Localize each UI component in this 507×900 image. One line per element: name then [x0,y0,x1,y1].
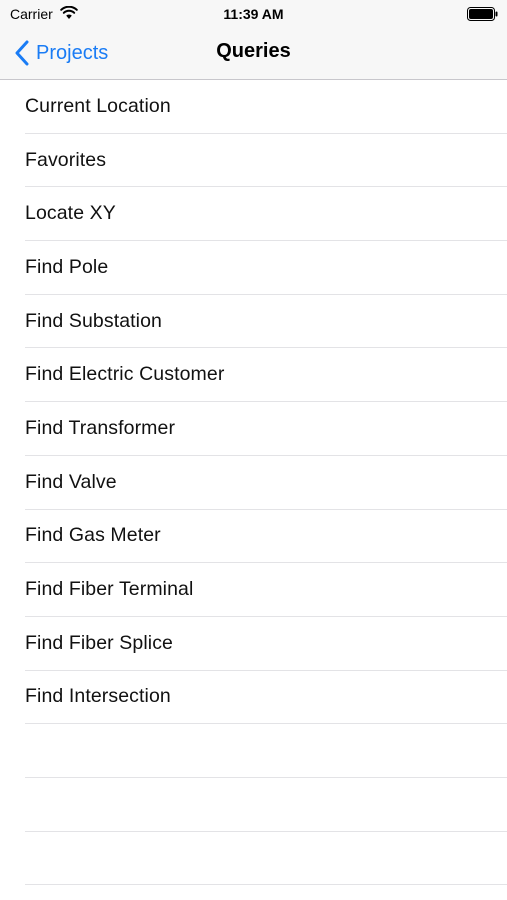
page-title: Queries [216,40,291,62]
list-item-label: Current Location [25,94,171,117]
list-item-label: Find Substation [25,309,163,332]
list-item-label: Find Electric Customer [25,363,225,386]
list-item-label: Find Pole [25,255,109,278]
empty-list-row [25,724,507,778]
list-item-find-fiber-splice[interactable]: Find Fiber Splice [25,617,507,671]
list-item-find-fiber-terminal[interactable]: Find Fiber Terminal [25,563,507,617]
list-item-label: Locate XY [25,202,116,225]
list-item-label: Find Fiber Splice [25,631,174,654]
list-item-find-valve[interactable]: Find Valve [25,456,507,510]
list-item-current-location[interactable]: Current Location [25,80,507,134]
navigation-bar: Projects Queries [0,28,507,80]
list-item-label: Find Intersection [25,685,171,708]
list-item-favorites[interactable]: Favorites [25,134,507,188]
empty-list-row [25,778,507,832]
list-item-label: Find Transformer [25,416,176,439]
list-item-label: Favorites [25,148,107,171]
list-item-label: Find Gas Meter [25,524,161,547]
queries-list: Current Location Favorites Locate XY Fin… [0,80,507,886]
status-time: 11:39 AM [223,6,284,22]
status-bar: Carrier 11:39 AM [0,0,507,28]
empty-list-row [25,832,507,886]
list-item-find-substation[interactable]: Find Substation [25,295,507,349]
list-item-find-gas-meter[interactable]: Find Gas Meter [25,510,507,564]
list-item-label: Find Fiber Terminal [25,578,194,601]
list-item-label: Find Valve [25,470,117,493]
list-item-find-electric-customer[interactable]: Find Electric Customer [25,348,507,403]
battery-full-icon [467,7,498,21]
list-item-find-transformer[interactable]: Find Transformer [25,402,507,456]
list-item-find-intersection[interactable]: Find Intersection [25,671,507,725]
list-item-locate-xy[interactable]: Locate XY [25,187,507,242]
list-item-find-pole[interactable]: Find Pole [25,241,507,295]
